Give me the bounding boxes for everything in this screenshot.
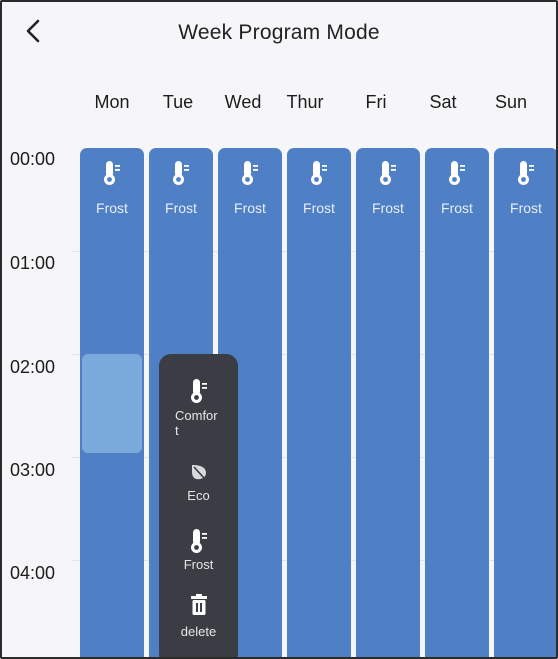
slot-mode-label: Frost bbox=[303, 200, 335, 216]
slot-mode-label: Frost bbox=[510, 200, 542, 216]
hour-label: 01:00 bbox=[10, 253, 56, 273]
menu-item-eco[interactable]: Eco bbox=[159, 462, 238, 503]
thermometer-icon bbox=[173, 161, 189, 185]
menu-item-label: delete bbox=[180, 624, 217, 639]
page-title: Week Program Mode bbox=[178, 21, 380, 44]
thermometer-icon bbox=[190, 529, 207, 553]
slot-mode-label: Frost bbox=[441, 200, 473, 216]
slot-mode-label: Frost bbox=[96, 200, 128, 216]
hour-label: 03:00 bbox=[10, 460, 56, 480]
day-label-wed: Wed bbox=[224, 92, 262, 112]
trash-icon bbox=[190, 594, 207, 615]
day-column-sun[interactable]: Frost bbox=[494, 148, 556, 657]
hour-label: 00:00 bbox=[10, 149, 56, 169]
header: Week Program Mode bbox=[2, 2, 556, 64]
day-header-row: Mon Tue Wed Thur Fri Sat Sun bbox=[2, 92, 556, 116]
menu-item-label: Eco bbox=[187, 488, 210, 503]
slot-mode-label: Frost bbox=[372, 200, 404, 216]
day-label-sun: Sun bbox=[494, 92, 528, 112]
mode-popup-menu: Comfort Eco Frost delete bbox=[159, 354, 238, 657]
thermometer-icon bbox=[518, 161, 534, 185]
hour-axis: 00:00 01:00 02:00 03:00 04:00 bbox=[2, 2, 72, 657]
day-label-sat: Sat bbox=[429, 92, 457, 112]
leaf-icon bbox=[191, 464, 206, 480]
selected-time-slot[interactable] bbox=[82, 354, 142, 453]
day-column-mon[interactable]: Frost bbox=[80, 148, 144, 657]
thermometer-icon bbox=[242, 161, 258, 185]
hour-label: 02:00 bbox=[10, 357, 56, 377]
hour-label: 04:00 bbox=[10, 563, 56, 583]
menu-item-frost[interactable]: Frost bbox=[159, 528, 238, 572]
day-label-thur: Thur bbox=[286, 92, 324, 112]
app-frame: Week Program Mode Mon Tue Wed Thur Fri S… bbox=[0, 0, 558, 659]
thermometer-icon bbox=[380, 161, 396, 185]
day-column-sat[interactable]: Frost bbox=[425, 148, 489, 657]
thermometer-icon bbox=[311, 161, 327, 185]
thermometer-icon bbox=[449, 161, 465, 185]
day-column-thur[interactable]: Frost bbox=[287, 148, 351, 657]
day-column-fri[interactable]: Frost bbox=[356, 148, 420, 657]
day-label-mon: Mon bbox=[94, 92, 130, 112]
slot-mode-label: Frost bbox=[165, 200, 197, 216]
day-label-tue: Tue bbox=[162, 92, 194, 112]
menu-item-comfort[interactable]: Comfort bbox=[159, 378, 238, 438]
day-label-fri: Fri bbox=[365, 92, 387, 112]
menu-item-label: Frost bbox=[183, 557, 214, 572]
menu-item-delete[interactable]: delete bbox=[159, 594, 238, 639]
thermometer-icon bbox=[104, 161, 120, 185]
slot-mode-label: Frost bbox=[234, 200, 266, 216]
thermometer-icon bbox=[190, 379, 207, 403]
menu-item-label: Comfort bbox=[175, 408, 218, 438]
